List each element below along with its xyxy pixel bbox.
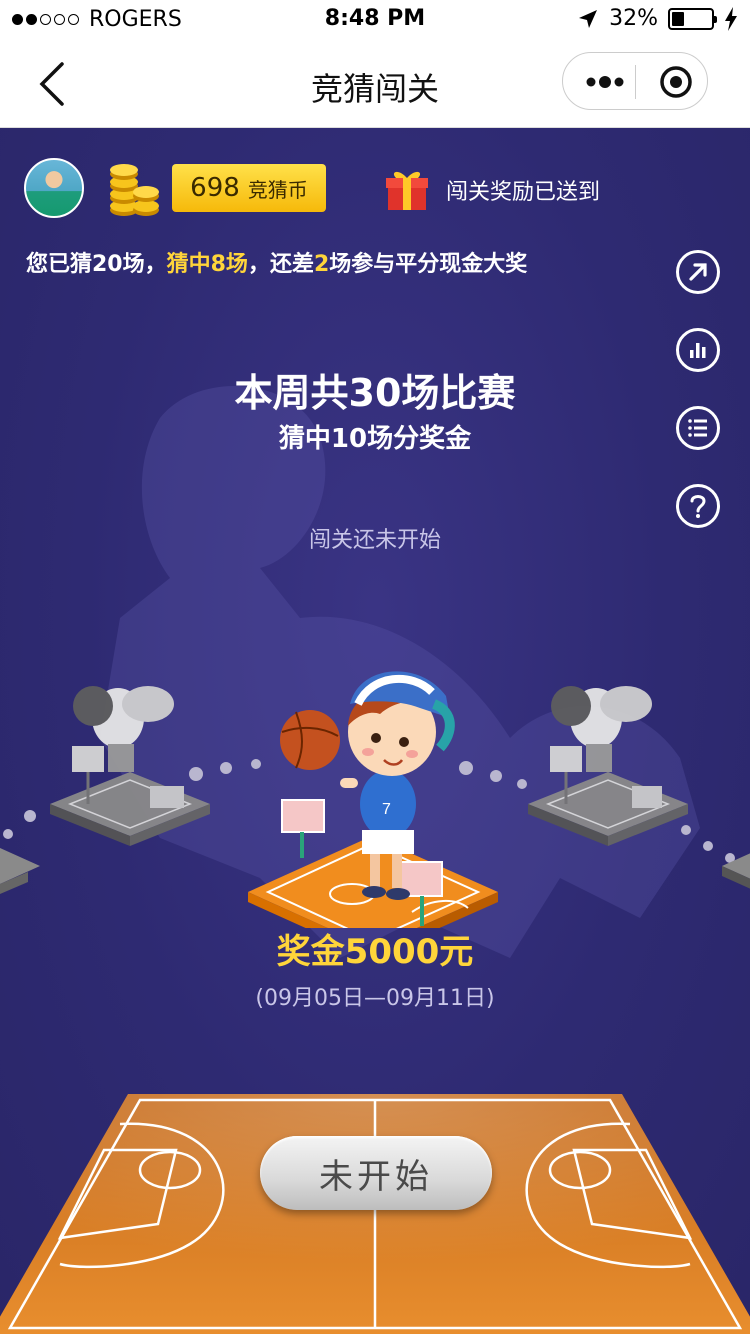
progress-prefix: 您已猜20场， [26,252,167,277]
right-level-court [528,686,688,846]
coin-balance-badge[interactable]: 698 竞猜币 [172,164,326,212]
level-status: 闯关还未开始 [308,528,441,553]
close-target-icon[interactable] [659,65,693,99]
prize-period: (09月05日—09月11日) [255,986,495,1011]
guess-progress-text: 您已猜20场，猜中8场，还差2场参与平分现金大奖 [26,246,527,278]
battery-percent: 32% [609,6,658,31]
nav-bar: 竞猜闯关 [0,40,750,128]
battery-icon [668,7,717,30]
share-icon[interactable] [676,250,720,294]
mini-program-capsule [562,52,708,110]
level-stage: 7 [0,671,750,928]
start-button[interactable]: 未开始 [260,1136,492,1210]
more-icon[interactable] [583,71,627,93]
user-avatar[interactable] [24,158,84,218]
coin-count: 698 [190,173,240,203]
capsule-divider [635,65,636,99]
gift-icon[interactable] [384,168,430,212]
progress-suffix: 场参与平分现金大奖 [329,252,528,277]
prize-amount: 奖金5000元 [276,932,474,972]
location-arrow-icon [579,9,598,28]
far-left-level-court [0,848,40,894]
week-headline: 本周共30场比赛 [234,371,516,415]
current-level-court: 7 [248,671,498,928]
charging-bolt-icon [725,6,737,31]
coin-stack-icon [110,164,159,216]
reward-notice[interactable]: 闯关奖励已送到 [446,174,600,206]
court-floor [0,1094,750,1334]
coin-unit: 竞猜币 [247,177,308,202]
progress-hit: 猜中8场 [166,252,248,277]
left-level-court [50,686,210,846]
svg-text:7: 7 [382,801,391,818]
progress-middle: ，还差 [247,252,314,277]
week-subline: 猜中10场分奖金 [278,424,472,454]
progress-remaining: 2 [313,252,330,277]
main-content: 698 竞猜币 闯关奖励已送到 您已猜20场，猜中8场，还差2场参与平分现金大奖… [0,128,750,1334]
status-bar: ROGERS 8:48 PM 32% [0,0,750,40]
